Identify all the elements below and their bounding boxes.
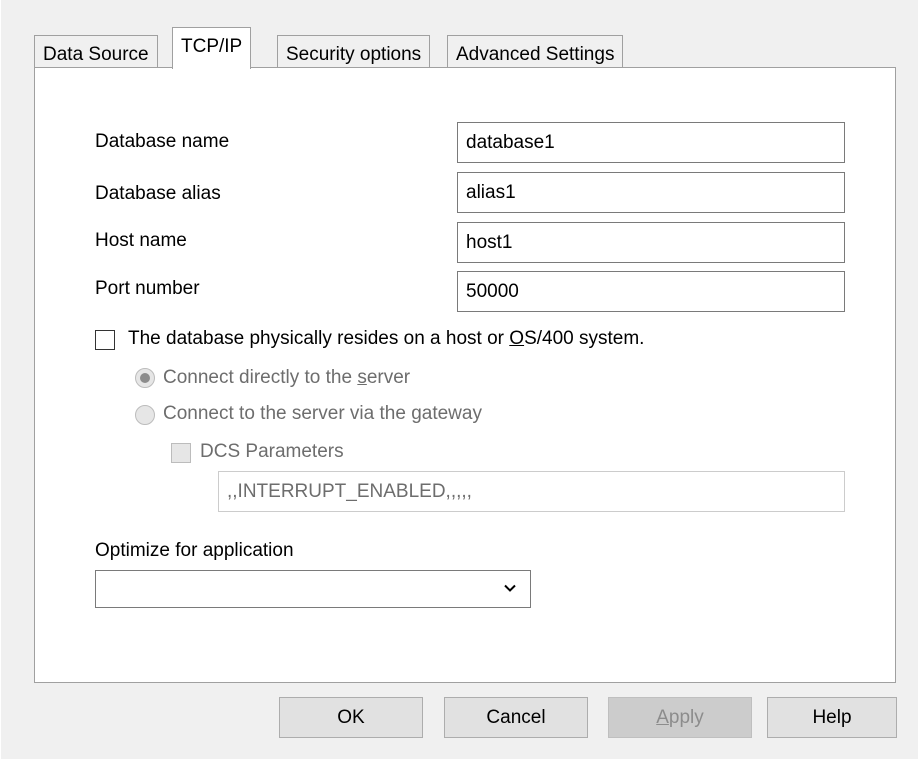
connection-dialog: Data Source TCP/IP Security options Adva… [0, 0, 919, 759]
tab-security-options[interactable]: Security options [277, 35, 431, 67]
host-system-label-text: The database physically resides on a hos… [128, 328, 510, 349]
connect-gateway-label[interactable]: Connect to the server via the gateway [163, 403, 482, 425]
connect-gateway-rest: ateway [421, 403, 482, 424]
apply-label-rest: pply [668, 707, 704, 728]
tab-data-source[interactable]: Data Source [34, 35, 158, 67]
database-alias-field[interactable]: alias1 [457, 172, 845, 213]
port-number-label: Port number [95, 278, 200, 299]
cancel-button[interactable]: Cancel [444, 697, 588, 738]
dcs-parameters-checkbox[interactable] [171, 443, 191, 463]
host-system-mnemonic: O [509, 328, 525, 349]
connect-gateway-radio[interactable] [135, 405, 155, 425]
database-name-label: Database name [95, 131, 230, 152]
tab-advanced-settings[interactable]: Advanced Settings [447, 35, 624, 67]
host-system-label-rest: S/400 system. [524, 328, 645, 349]
host-name-field[interactable]: host1 [457, 222, 845, 263]
connect-directly-mnemonic: s [357, 367, 367, 388]
optimize-label: Optimize for application [95, 540, 294, 561]
optimize-select[interactable] [95, 570, 531, 608]
connect-directly-rest: erver [366, 367, 411, 388]
connect-directly-text: Connect directly to the [163, 367, 358, 388]
connect-directly-label[interactable]: Connect directly to the server [163, 367, 410, 389]
host-system-checkbox[interactable] [95, 330, 115, 350]
database-name-field[interactable]: database1 [457, 122, 845, 163]
dcs-parameters-field[interactable]: ,,INTERRUPT_ENABLED,,,,, [218, 471, 845, 512]
connect-directly-radio[interactable] [135, 368, 155, 388]
tab-tcp-ip[interactable]: TCP/IP [172, 27, 252, 69]
ok-button[interactable]: OK [279, 697, 423, 738]
dialog-edge-left [0, 0, 1, 759]
host-name-label: Host name [95, 230, 187, 251]
port-number-field[interactable]: 50000 [457, 271, 845, 312]
apply-button[interactable]: Apply [608, 697, 752, 738]
dcs-parameters-label[interactable]: DCS Parameters [200, 441, 344, 463]
database-alias-label: Database alias [95, 183, 221, 204]
connect-gateway-mnemonic: g [411, 403, 422, 424]
help-button[interactable]: Help [767, 697, 897, 738]
connect-gateway-text: Connect to the server via the [163, 403, 412, 424]
host-system-label[interactable]: The database physically resides on a hos… [128, 328, 644, 350]
apply-mnemonic: A [656, 707, 669, 728]
radio-selected-dot [140, 373, 150, 383]
chevron-down-icon[interactable] [502, 580, 518, 596]
